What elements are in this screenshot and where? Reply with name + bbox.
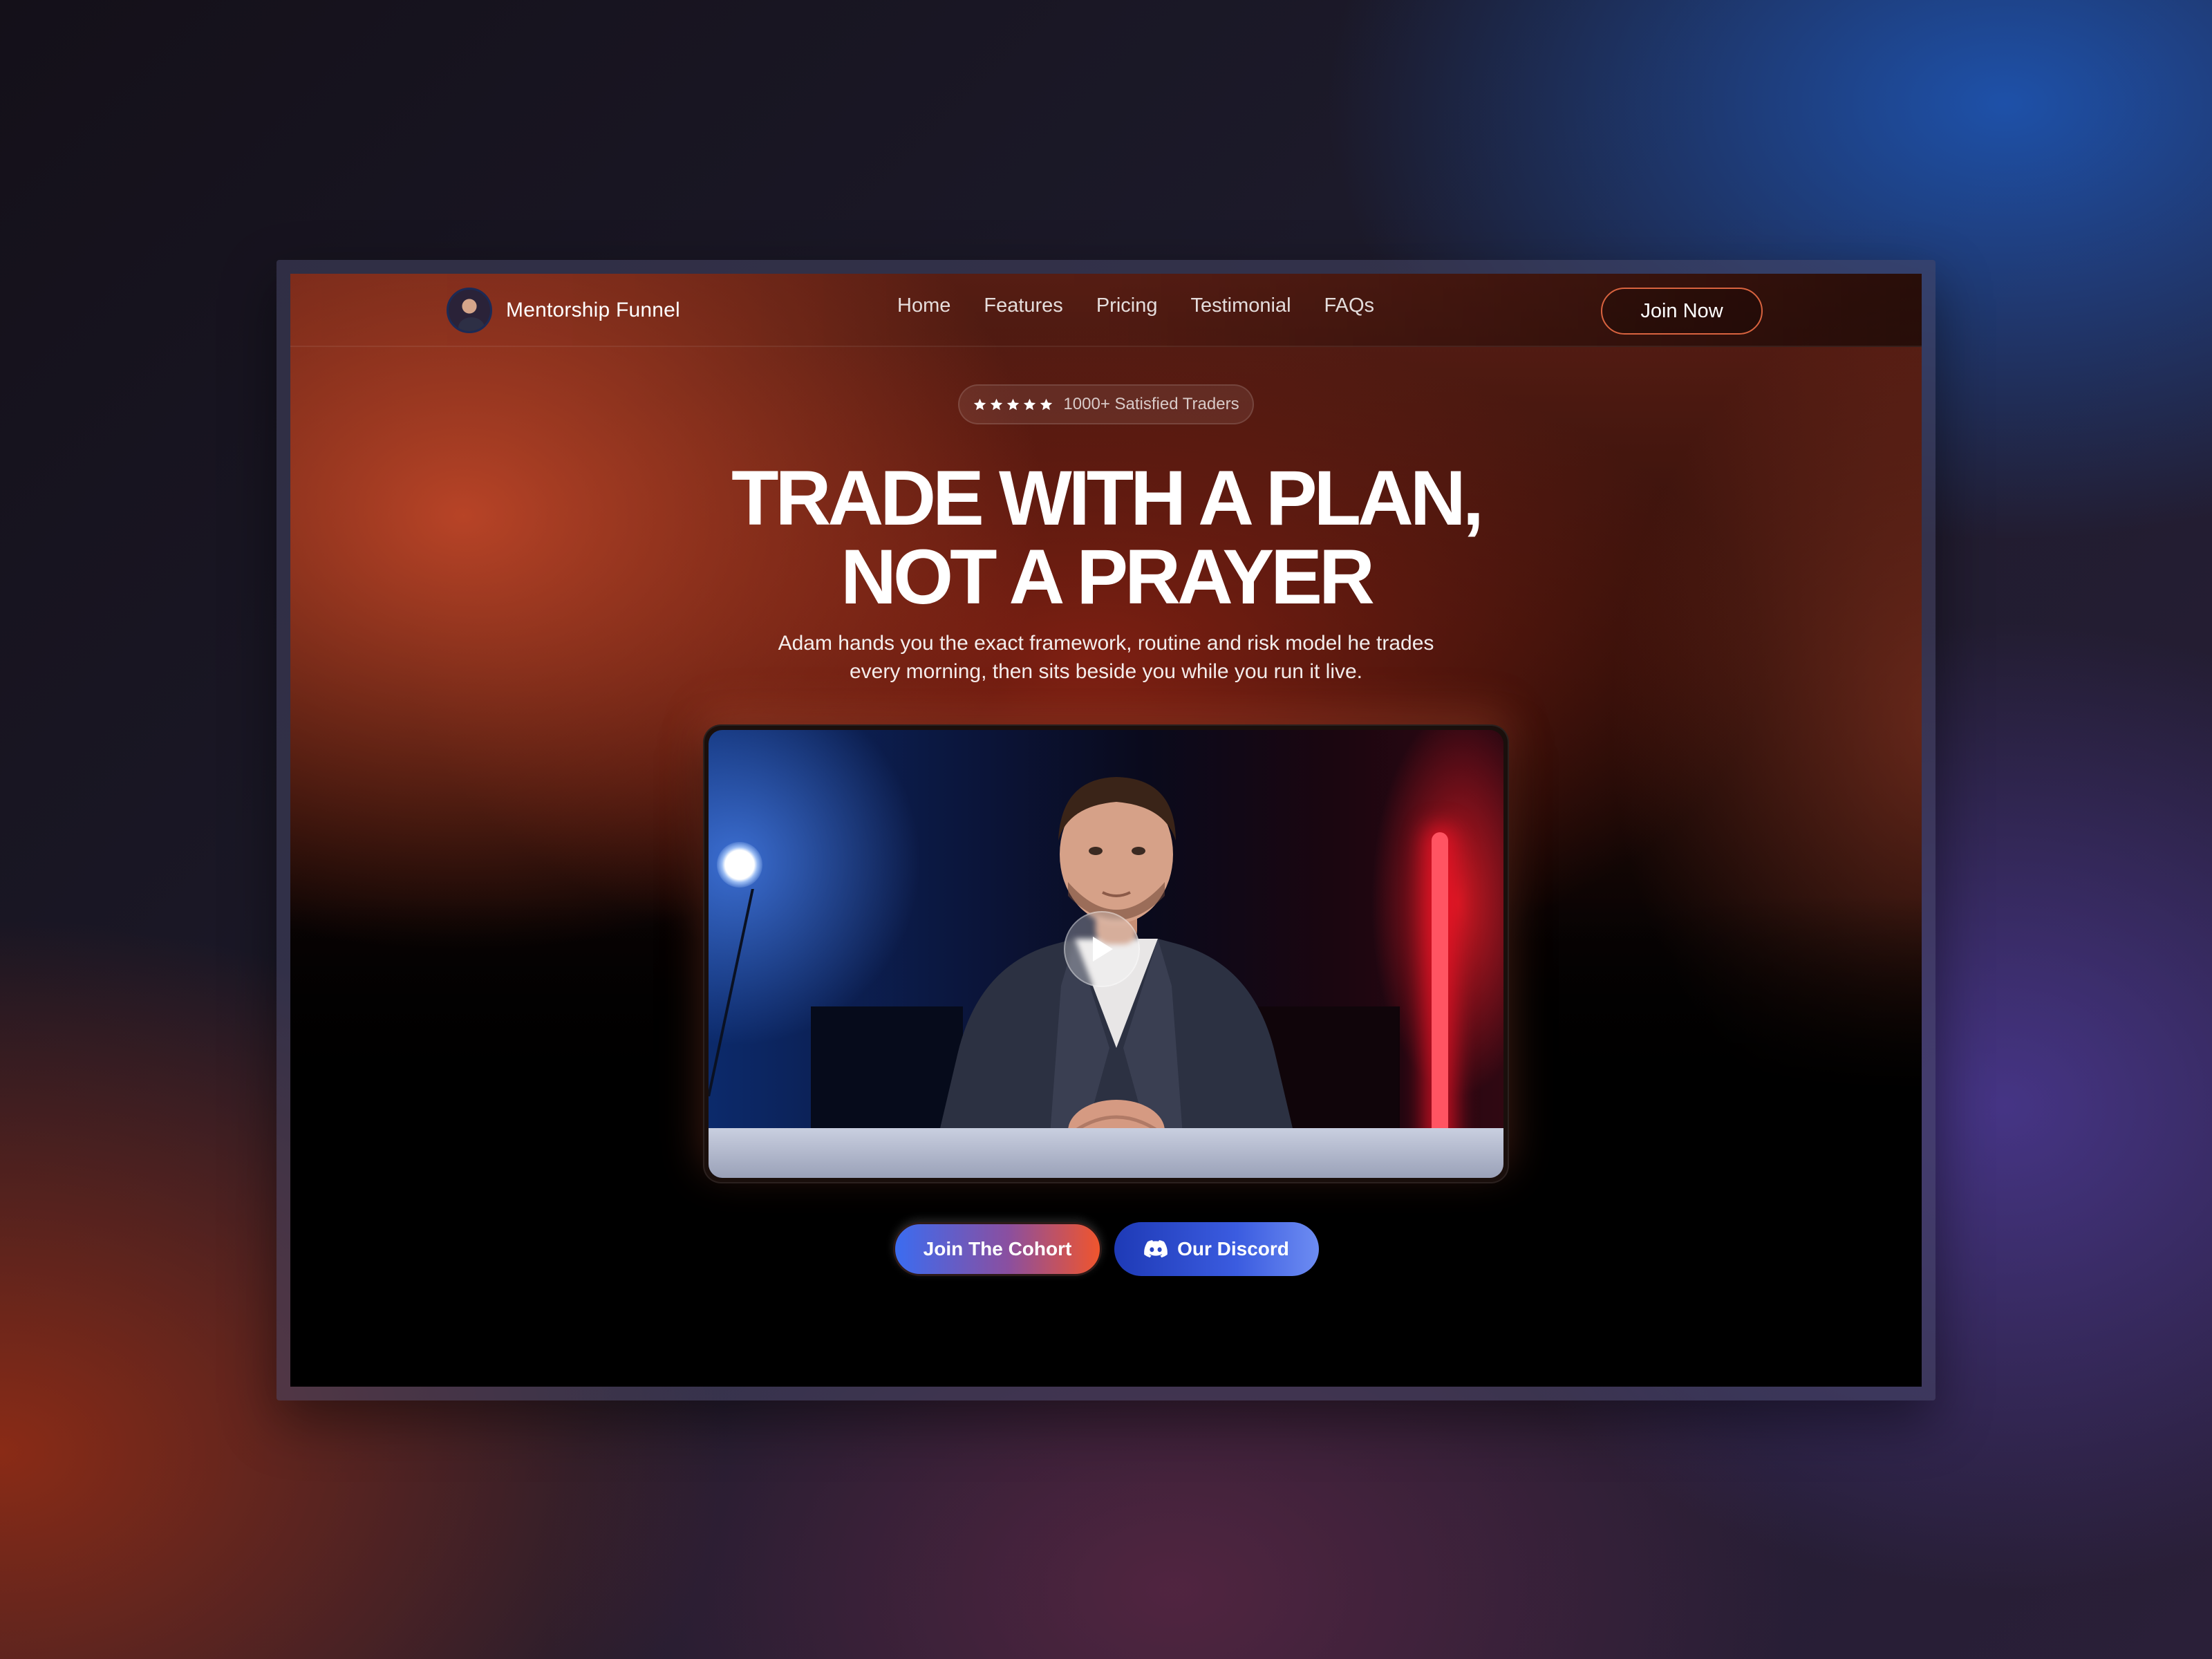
studio-lamp bbox=[717, 842, 762, 888]
discord-button[interactable]: Our Discord bbox=[1114, 1222, 1319, 1276]
nav-link-faqs[interactable]: FAQs bbox=[1324, 294, 1375, 317]
join-now-button[interactable]: Join Now bbox=[1601, 288, 1763, 335]
nav-link-home[interactable]: Home bbox=[897, 294, 950, 317]
neon-light bbox=[1432, 832, 1448, 1157]
star-icon bbox=[1040, 398, 1053, 410]
nav-link-testimonial[interactable]: Testimonial bbox=[1190, 294, 1291, 317]
brand[interactable]: Mentorship Funnel bbox=[447, 288, 680, 333]
video-player[interactable] bbox=[703, 724, 1509, 1183]
hero-title-line-1: TRADE WITH A PLAN, bbox=[731, 455, 1484, 541]
nav-link-pricing[interactable]: Pricing bbox=[1096, 294, 1158, 317]
rating-badge: 1000+ Satisfied Traders bbox=[958, 384, 1254, 424]
rating-text: 1000+ Satisfied Traders bbox=[1063, 395, 1239, 413]
play-button[interactable] bbox=[1064, 911, 1140, 987]
hero-subtitle: Adam hands you the exact framework, rout… bbox=[778, 632, 1434, 683]
nav-link-features[interactable]: Features bbox=[984, 294, 1062, 317]
star-rating bbox=[973, 397, 1053, 412]
top-nav: Mentorship Funnel Home Features Pricing … bbox=[290, 274, 1922, 347]
star-icon bbox=[991, 398, 1003, 410]
video-thumbnail bbox=[709, 730, 1503, 1178]
star-icon bbox=[1007, 398, 1020, 410]
hero-title-line-2: NOT A PRAYER bbox=[841, 534, 1375, 620]
desk-surface bbox=[709, 1128, 1503, 1178]
star-icon bbox=[974, 398, 986, 410]
star-icon bbox=[1024, 398, 1036, 410]
nav-links: Home Features Pricing Testimonial FAQs bbox=[897, 294, 1374, 317]
discord-icon bbox=[1144, 1240, 1168, 1258]
discord-button-label: Our Discord bbox=[1177, 1238, 1289, 1259]
browser-screen: Mentorship Funnel Home Features Pricing … bbox=[290, 274, 1922, 1387]
hero-title: TRADE WITH A PLAN, NOT A PRAYER bbox=[691, 459, 1521, 617]
brand-name: Mentorship Funnel bbox=[506, 299, 680, 321]
join-cohort-button[interactable]: Join The Cohort bbox=[893, 1222, 1102, 1276]
brand-avatar bbox=[447, 288, 492, 333]
play-icon bbox=[1093, 937, 1113, 962]
